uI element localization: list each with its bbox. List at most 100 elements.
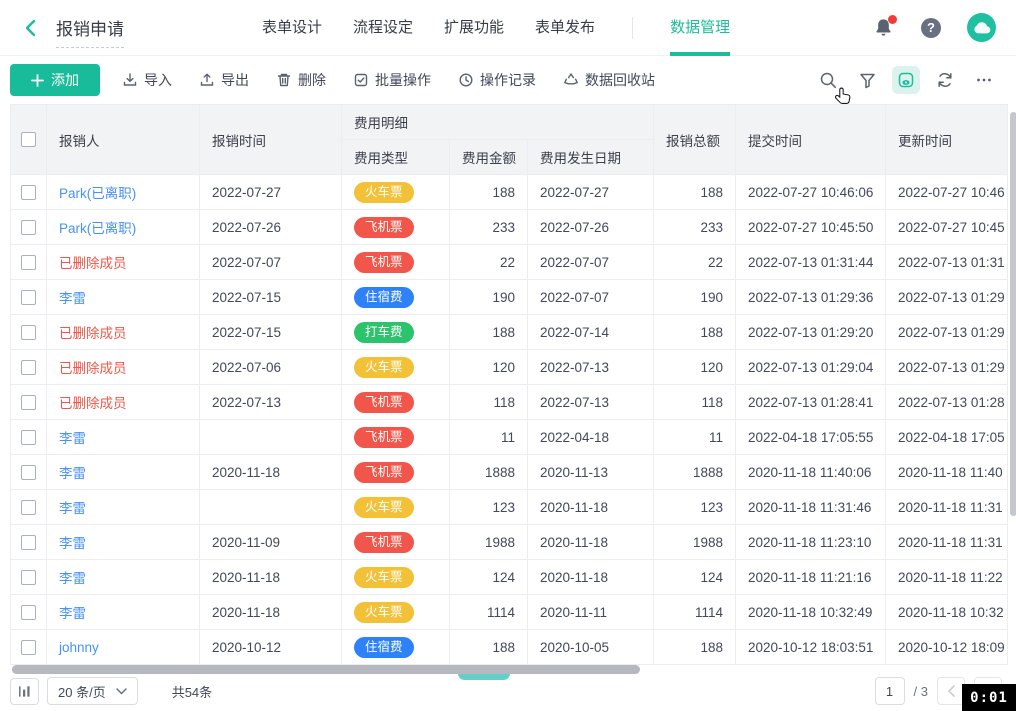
reimburser-name-link[interactable]: 李雷 (59, 501, 86, 516)
row-checkbox[interactable] (21, 500, 36, 515)
more-icon[interactable] (970, 66, 998, 94)
table-body: Park(已离职)2022-07-27火车票1882022-07-2718820… (11, 175, 1008, 665)
cell-expense-type: 火车票 (342, 350, 450, 385)
horizontal-scrollbar-thumb[interactable] (12, 665, 640, 674)
row-checkbox[interactable] (21, 535, 36, 550)
cell-reimburse-date: 2020-11-18 (200, 560, 342, 595)
tab-4[interactable]: 数据管理 (670, 0, 730, 56)
row-checkbox[interactable] (21, 255, 36, 270)
expense-type-tag: 火车票 (354, 497, 414, 518)
tab-3[interactable]: 表单发布 (535, 0, 595, 56)
reimburser-name-link[interactable]: 李雷 (59, 606, 86, 621)
cell-expense-amount: 22 (450, 245, 528, 280)
cell-total: 118 (654, 385, 736, 420)
display-settings-icon[interactable] (892, 66, 920, 94)
row-checkbox[interactable] (21, 605, 36, 620)
expense-type-tag: 飞机票 (354, 427, 414, 448)
cell-submitted: 2022-07-13 01:28:41 (736, 385, 886, 420)
expense-type-tag: 飞机票 (354, 217, 414, 238)
row-checkbox[interactable] (21, 430, 36, 445)
toolbar-action-0[interactable]: 导入 (122, 70, 172, 90)
statistics-icon[interactable] (10, 678, 39, 705)
select-all-checkbox[interactable] (21, 132, 36, 147)
cell-expense-amount: 1114 (450, 595, 528, 630)
cell-updated: 2022-04-18 17:05 (886, 420, 1008, 455)
cell-submitted: 2020-11-18 11:31:46 (736, 490, 886, 525)
toolbar-action-3[interactable]: 批量操作 (353, 70, 431, 90)
reimburser-name-link[interactable]: 李雷 (59, 431, 86, 446)
table-row: 李雷2020-11-09飞机票19882020-11-1819882020-11… (11, 525, 1008, 560)
reimburser-name-link[interactable]: 已删除成员 (59, 396, 127, 411)
row-checkbox[interactable] (21, 185, 36, 200)
plus-icon (31, 74, 44, 87)
back-icon[interactable] (20, 17, 42, 39)
toolbar-action-1[interactable]: 导出 (199, 70, 249, 90)
help-icon[interactable]: ? (921, 18, 941, 38)
row-checkbox[interactable] (21, 360, 36, 375)
cell-expense-date: 2022-07-07 (528, 245, 654, 280)
row-checkbox[interactable] (21, 220, 36, 235)
cell-total: 190 (654, 280, 736, 315)
row-checkbox[interactable] (21, 395, 36, 410)
reimburser-name-link[interactable]: 已删除成员 (59, 361, 127, 376)
vertical-scrollbar-thumb[interactable] (1010, 112, 1016, 516)
prev-page-button[interactable] (937, 677, 965, 705)
total-count: 共54条 (172, 682, 212, 701)
col-group-expense-detail: 费用明细 (342, 105, 654, 140)
recording-timer: 0:01 (962, 684, 1016, 711)
reimburser-name-link[interactable]: 已删除成员 (59, 326, 127, 341)
cell-expense-amount: 11 (450, 420, 528, 455)
add-button[interactable]: 添加 (10, 64, 100, 96)
row-checkbox[interactable] (21, 290, 36, 305)
cell-expense-type: 飞机票 (342, 385, 450, 420)
row-checkbox[interactable] (21, 640, 36, 655)
cell-reimburse-date (200, 420, 342, 455)
cell-reimburse-date: 2020-11-18 (200, 595, 342, 630)
search-icon[interactable] (814, 66, 842, 94)
cell-updated: 2020-11-18 11:22 (886, 560, 1008, 595)
reimburser-name-link[interactable]: 已删除成员 (59, 256, 127, 271)
expense-type-tag: 打车费 (354, 322, 414, 343)
cell-updated: 2022-07-13 01:31 (886, 245, 1008, 280)
notification-bell-icon[interactable] (873, 17, 895, 39)
filter-icon[interactable] (853, 66, 881, 94)
cell-submitted: 2022-07-13 01:29:04 (736, 350, 886, 385)
reimburser-name-link[interactable]: 李雷 (59, 536, 86, 551)
reimburser-name-link[interactable]: Park(已离职) (59, 221, 136, 236)
reimburser-name-link[interactable]: 李雷 (59, 291, 86, 306)
refresh-icon[interactable] (931, 66, 959, 94)
toolbar-action-5[interactable]: 数据回收站 (563, 70, 655, 90)
current-page-input[interactable]: 1 (875, 677, 905, 705)
tab-2[interactable]: 扩展功能 (444, 0, 504, 56)
page-size-select[interactable]: 20 条/页 (47, 677, 138, 705)
cell-submitted: 2022-04-18 17:05:55 (736, 420, 886, 455)
row-checkbox[interactable] (21, 570, 36, 585)
row-checkbox[interactable] (21, 325, 36, 340)
toolbar-action-label: 导入 (144, 70, 172, 90)
cell-reimburser: 李雷 (47, 595, 200, 630)
export-icon (199, 72, 215, 88)
vertical-scrollbar[interactable] (1010, 112, 1016, 664)
row-checkbox[interactable] (21, 465, 36, 480)
col-header-expense-type: 费用类型 (342, 140, 450, 175)
cell-total: 120 (654, 350, 736, 385)
topbar-right: ? (873, 13, 996, 42)
cell-submitted: 2022-07-13 01:31:44 (736, 245, 886, 280)
tab-1[interactable]: 流程设定 (353, 0, 413, 56)
cell-submitted: 2022-07-27 10:46:06 (736, 175, 886, 210)
expense-type-tag: 火车票 (354, 602, 414, 623)
cell-reimburse-date: 2022-07-26 (200, 210, 342, 245)
reimburser-name-link[interactable]: johnny (59, 640, 99, 655)
toolbar-action-4[interactable]: 操作记录 (458, 70, 536, 90)
cell-expense-type: 火车票 (342, 595, 450, 630)
cell-reimburser: 李雷 (47, 560, 200, 595)
toolbar-action-2[interactable]: 删除 (276, 70, 326, 90)
reimburser-name-link[interactable]: 李雷 (59, 466, 86, 481)
cell-expense-amount: 188 (450, 175, 528, 210)
reimburser-name-link[interactable]: 李雷 (59, 571, 86, 586)
avatar[interactable] (967, 13, 996, 42)
tab-0[interactable]: 表单设计 (262, 0, 322, 56)
reimburser-name-link[interactable]: Park(已离职) (59, 186, 136, 201)
page-title[interactable]: 报销申请 (56, 15, 124, 48)
cell-reimburser: 已删除成员 (47, 245, 200, 280)
